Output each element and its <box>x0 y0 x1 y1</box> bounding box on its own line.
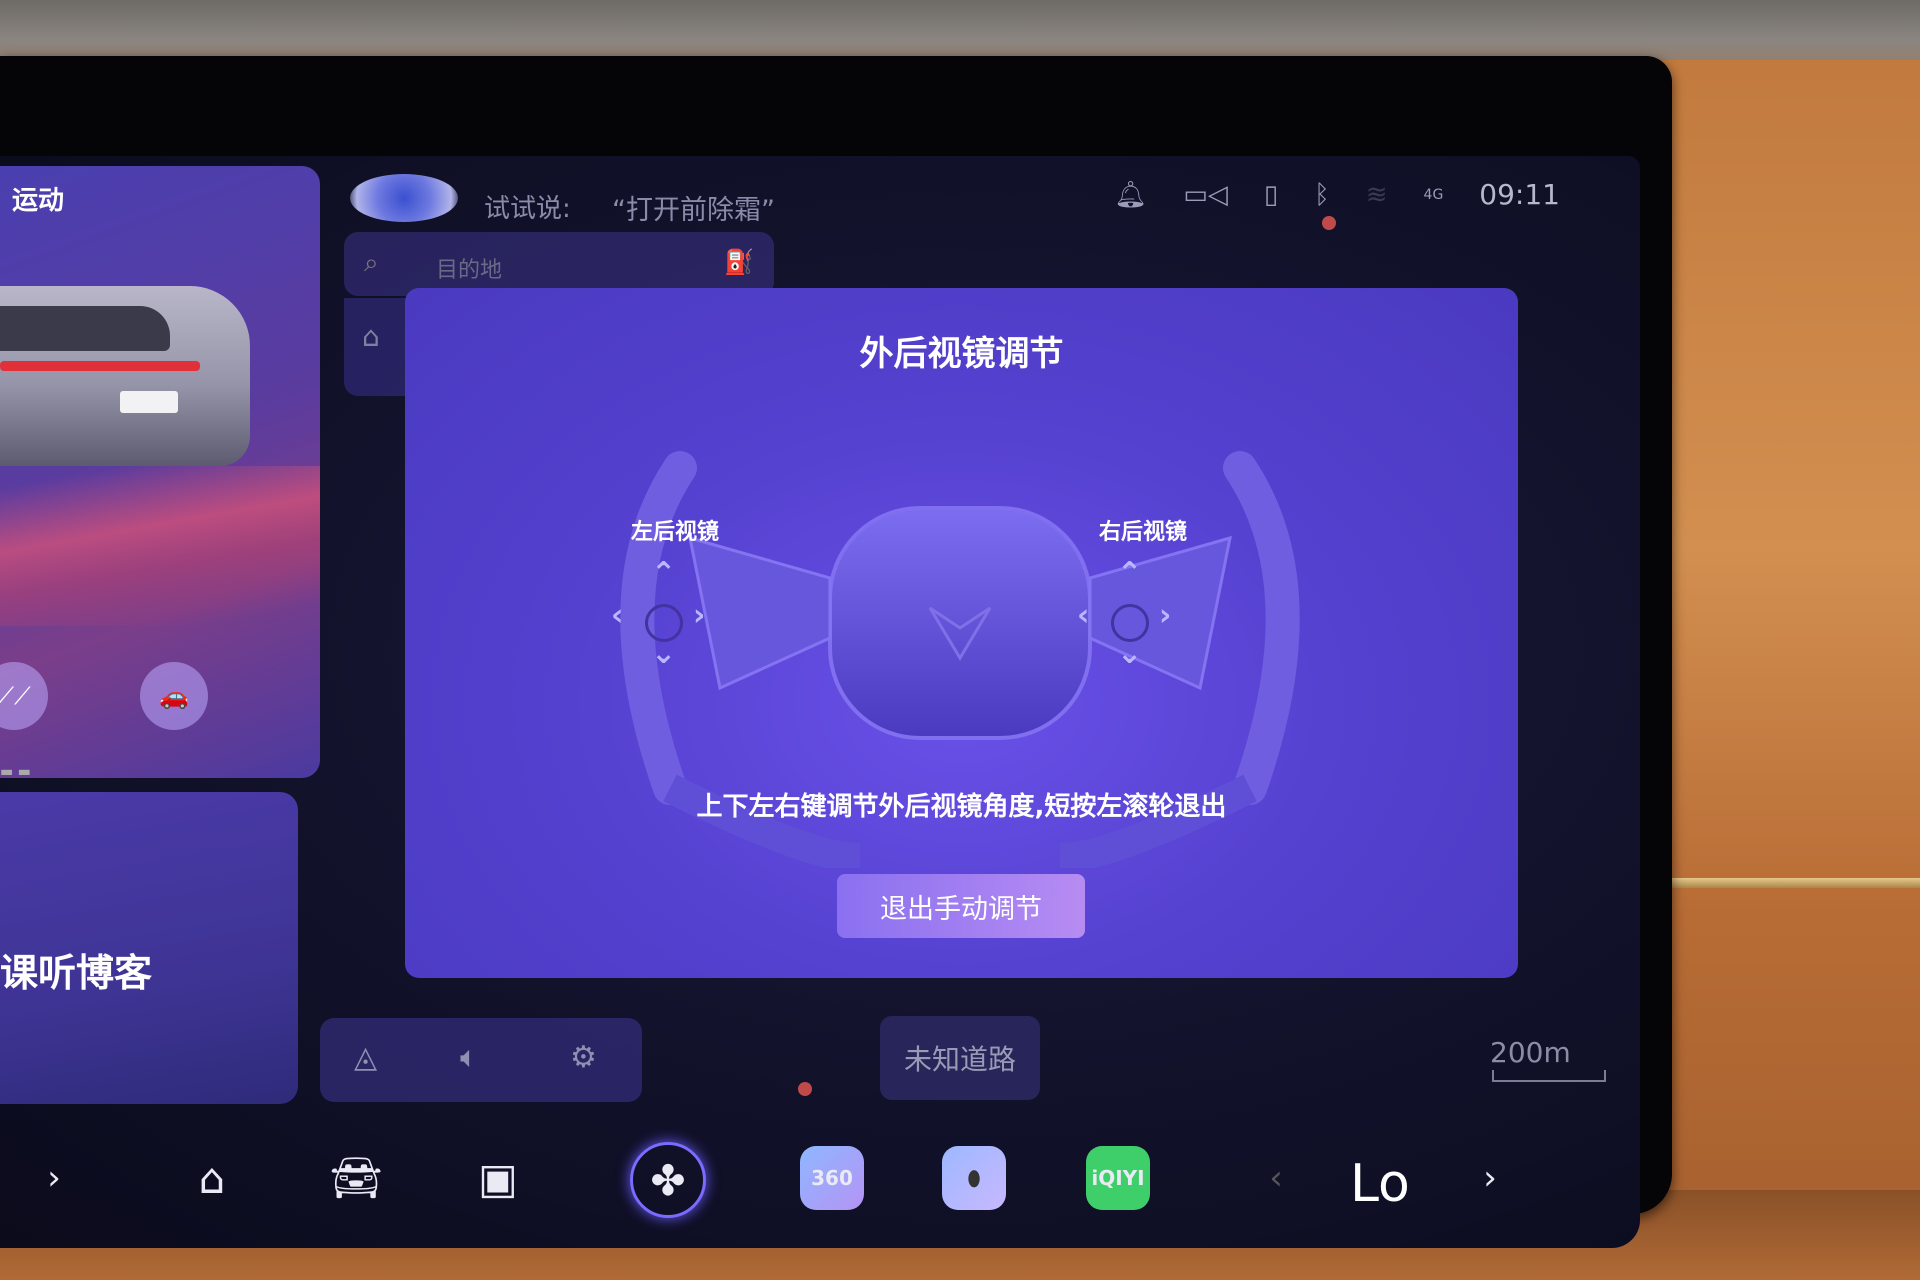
fan-icon: ✤ <box>650 1155 686 1205</box>
chevron-right-icon: › <box>693 598 706 633</box>
voice-assistant-orb[interactable] <box>350 174 458 222</box>
mirror-adjust-dialog: 外后视镜调节 左后视镜 右后视镜 ⌃ ‹ › ⌄ ⌃ ‹ › ⌄ 上下左右键调节… <box>405 288 1518 978</box>
charging-station-icon[interactable]: ⛽ <box>724 248 754 276</box>
bell-icon[interactable]: 🔔︎ <box>1114 180 1147 210</box>
car-rear-window <box>0 306 170 351</box>
drive-mode-label: 运动 <box>12 186 65 216</box>
volume-icon[interactable]: 🔈︎ <box>460 1040 478 1075</box>
vehicle-status-card[interactable]: 运动 ⟋⟋ 🚗 ▬ ▬ <box>0 166 320 778</box>
car-plate <box>120 391 178 413</box>
home-icon: ⌂ <box>362 320 380 353</box>
chevron-up-icon: ⌃ <box>651 556 677 591</box>
chevron-up-icon: ⌃ <box>1117 556 1143 591</box>
notification-dot <box>1322 216 1336 230</box>
home-button[interactable]: ⌂ <box>180 1146 244 1210</box>
apps-grid-icon: ▣ <box>478 1153 518 1203</box>
temperature-display: Lo <box>1350 1154 1410 1214</box>
dialog-title: 外后视镜调节 <box>859 334 1064 374</box>
podcast-title: 课听博客 <box>0 951 153 995</box>
iqiyi-app[interactable]: iQIYI <box>1086 1146 1150 1210</box>
remote-key-app[interactable]: ⬮ <box>942 1146 1006 1210</box>
car-tail-light <box>0 361 200 371</box>
infotainment-screen: 运动 ⟋⟋ 🚗 ▬ ▬ 课听博客 试试说: “打开前除霜” ⌕ 目的地 ⛽ ⌂ … <box>0 156 1640 1248</box>
scroll-wheel-icon <box>645 604 683 642</box>
navigation-icon[interactable]: ◬ <box>354 1040 377 1075</box>
voice-hint-prefix: 试试说: <box>484 194 571 224</box>
camera-icon[interactable]: ▭◁ <box>1183 180 1228 210</box>
map-scale-label: 200m <box>1490 1036 1571 1069</box>
chevron-right-icon[interactable]: › <box>22 1146 86 1210</box>
vehicle-button[interactable]: 🚘︎ <box>324 1146 388 1210</box>
current-road-label: 未知道路 <box>880 1016 1040 1100</box>
camera-360-app[interactable]: 360 <box>800 1146 864 1210</box>
left-mirror-label: 左后视镜 <box>631 520 720 545</box>
temp-decrease-button[interactable]: ‹ <box>1244 1146 1308 1210</box>
speed-streak-graphic <box>0 466 320 626</box>
vehicle-image <box>0 286 250 466</box>
podcast-card[interactable]: 课听博客 <box>0 792 298 1104</box>
car-sound-button[interactable]: 🚗 <box>140 662 208 730</box>
bottom-dock: › ⌂ 🚘︎ ▣ ✤ 360 ⬮ iQIYI ‹ Lo › <box>0 1126 1640 1246</box>
home-shortcut[interactable]: ⌂ <box>344 298 414 396</box>
bluetooth-icon[interactable]: ᛒ <box>1314 180 1330 210</box>
map-marker-dot <box>798 1082 812 1096</box>
heat-icon: ⟋⟋ <box>0 682 31 710</box>
app-iqiyi-label: iQIYI <box>1091 1166 1145 1190</box>
scroll-wheel-icon <box>1111 604 1149 642</box>
phone-icon[interactable]: ▯ <box>1264 180 1278 210</box>
status-bar: 🔔︎ ▭◁ ▯ ᛒ ≋ 4G 09:11 <box>1114 178 1560 211</box>
chevron-left-icon: ‹ <box>1077 598 1090 633</box>
page-indicator: ▬ ▬ <box>0 764 31 778</box>
chevron-right-icon: › <box>1159 598 1172 633</box>
key-icon: ⬮ <box>967 1166 981 1190</box>
search-placeholder: 目的地 <box>436 258 503 283</box>
left-mirror-dpad: ⌃ ‹ › ⌄ <box>611 556 711 671</box>
climate-fan-button[interactable]: ✤ <box>630 1142 706 1218</box>
signal-icon: 4G <box>1423 186 1444 203</box>
clock: 09:11 <box>1479 178 1560 211</box>
voice-hint-command: “打开前除霜” <box>612 195 775 226</box>
screen-bezel: 运动 ⟋⟋ 🚗 ▬ ▬ 课听博客 试试说: “打开前除霜” ⌕ 目的地 ⛽ ⌂ … <box>0 56 1672 1248</box>
car-sound-icon: 🚗 <box>159 682 189 710</box>
car-icon: 🚘︎ <box>329 1153 383 1202</box>
temp-increase-button[interactable]: › <box>1458 1146 1522 1210</box>
search-icon: ⌕ <box>364 248 379 278</box>
chevron-left-icon: ‹ <box>611 598 624 633</box>
right-mirror-label: 右后视镜 <box>1099 520 1188 545</box>
gear-icon[interactable]: ⚙ <box>570 1040 597 1075</box>
destination-search[interactable]: ⌕ 目的地 ⛽ <box>344 232 774 296</box>
seat-heat-button[interactable]: ⟋⟋ <box>0 662 48 730</box>
app-360-label: 360 <box>811 1166 853 1190</box>
dialog-instruction: 上下左右键调节外后视镜角度,短按左滚轮退出 <box>696 792 1227 822</box>
home-icon: ⌂ <box>198 1153 226 1203</box>
car-trim-strip <box>1630 878 1920 888</box>
apps-button[interactable]: ▣ <box>466 1146 530 1210</box>
wifi-icon: ≋ <box>1365 179 1388 210</box>
map-scale-bar <box>1492 1070 1606 1082</box>
right-mirror-dpad: ⌃ ‹ › ⌄ <box>1077 556 1177 671</box>
quick-controls: ◬ 🔈︎ ⚙ <box>320 1018 642 1102</box>
exit-manual-adjust-button[interactable]: 退出手动调节 <box>837 874 1085 938</box>
